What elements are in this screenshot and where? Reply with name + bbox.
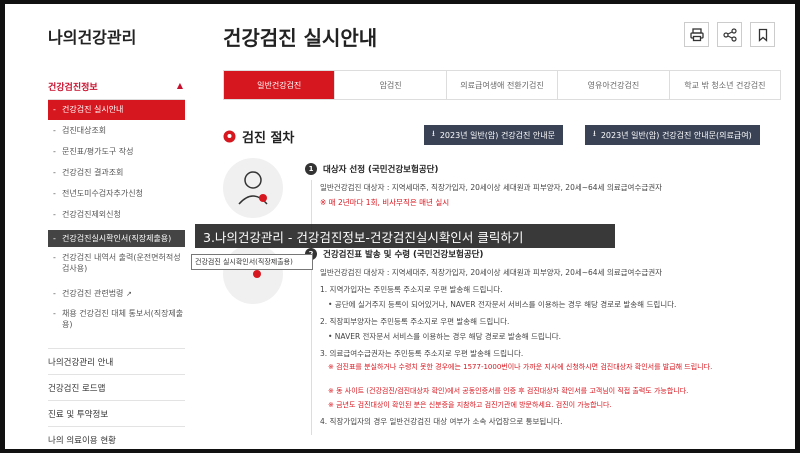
sidebar-item-additional[interactable]: 전년도미수검자추가신청 [48,188,185,199]
sidebar-item-replacement[interactable]: 채용 건강검진 대체 통보서(직장제출용) [48,308,185,330]
print-button[interactable] [684,22,709,47]
sidebar-item-target-lookup[interactable]: 검진대상조회 [48,125,185,136]
page-title: 건강검진 실시안내 [223,26,378,50]
step2-title-text: 건강검진표 발송 및 수령 (국민건강보험공단) [323,250,484,260]
sidebar-section-label: 건강검진정보 [48,83,98,93]
download-icon: ⭳ [593,129,596,138]
bookmark-button[interactable] [750,22,775,47]
process-heading: 검진 절차 [223,127,294,146]
sidebar-section-health-checkup[interactable]: 건강검진정보 ▲ [48,80,185,100]
sidebar-title: 나의건강관리 [48,28,137,47]
sidebar-item-confirmation[interactable]: 건강검진실시확인서(직장제출용) [48,230,185,247]
header-actions [684,22,775,47]
step2-line1: 일반건강검진 대상자 : 지역세대주, 직장가입자, 20세이상 세대원과 피부… [320,268,663,277]
sidebar-item-laws[interactable]: 건강검진 관련법령 ↗ [48,288,185,300]
step1-title-text: 대상자 선정 (국민건강보험공단) [323,165,439,175]
step2-r1: ※ 검진표를 분실하거나 수령치 못한 경우에는 1577-1000번이나 가까… [328,363,713,371]
step-divider [311,180,312,435]
step2-l3: 2. 직장피부양자는 주민등록 주소지로 우편 발송해 드립니다. [320,317,510,326]
step2-illustration [223,244,283,304]
sidebar-item-result[interactable]: 건강검진 결과조회 [48,167,185,178]
browser-frame: 나의건강관리 건강검진정보 ▲ 건강검진 실시안내 검진대상조회 문진표/평가도… [5,4,795,449]
sidebar-item-laws-label: 건강검진 관련법령 [62,289,124,298]
sidebar-item-checkup-guide[interactable]: 건강검진 실시안내 [48,100,185,120]
step1-illustration [223,158,283,218]
download-guide-medical-aid-label: 2023년 일반(암) 건강검진 안내문(의료급여) [600,130,752,140]
step2-l2: • 공단에 실거주지 등록이 되어있거나, NAVER 전자문서 서비스를 이용… [328,300,677,309]
step1-note: ※ 매 2년마다 1회, 비사무직은 매년 실시 [320,198,450,207]
sidebar: 나의건강관리 건강검진정보 ▲ 건강검진 실시안내 검진대상조회 문진표/평가도… [5,4,190,449]
hover-tooltip: 건강검진 실시확인서(직장제출용) [191,254,313,270]
share-icon [722,27,737,42]
tab-medical-aid-checkup[interactable]: 의료급여생애 전환기검진 [445,71,557,99]
sidebar-item-exclusion[interactable]: 건강검진제외신청 [48,209,185,220]
tab-cancer-checkup[interactable]: 암검진 [334,71,445,99]
step2-l4: • NAVER 전자문서 서비스를 이용하는 경우 해당 경로로 발송해 드립니… [328,332,562,341]
sidebar-item-questionnaire[interactable]: 문진표/평가도구 작성 [48,146,185,157]
tab-bar: 일반건강검진 암검진 의료급여생애 전환기검진 영유아건강검진 학교 밖 청소년… [223,70,781,100]
print-icon [689,27,704,41]
step2-title: 2 건강검진표 발송 및 수령 (국민건강보험공단) [305,248,483,260]
location-pin-icon [223,130,236,143]
download-guide-label: 2023년 일반(암) 건강검진 안내문 [439,130,556,140]
instruction-caption: 3.나의건강관리 - 건강검진정보-건강검진실시확인서 클릭하기 [195,224,615,248]
step2-r3: ※ 금년도 검진대상이 확인된 분은 신분증을 지참하고 검진기관에 방문하세요… [328,401,612,409]
sidebar-main-medical[interactable]: 진료 및 투약정보 [48,400,185,426]
download-icon: ⭳ [432,129,435,138]
download-guide-button[interactable]: ⭳ 2023년 일반(암) 건강검진 안내문 [424,125,564,145]
step1-title: 1 대상자 선정 (국민건강보험공단) [305,163,438,175]
sidebar-main-roadmap[interactable]: 건강검진 로드맵 [48,374,185,400]
external-link-icon: ↗ [125,290,132,298]
tab-youth-checkup[interactable]: 학교 밖 청소년 건강검진 [668,71,780,99]
sidebar-main-usage[interactable]: 나의 의료이용 현황 [48,426,185,449]
share-button[interactable] [717,22,742,47]
tab-infant-checkup[interactable]: 영유아건강검진 [557,71,668,99]
caret-up-icon: ▲ [176,81,183,90]
sidebar-item-statement[interactable]: 건강검진 내역서 출력(운전면허적성검사용) [48,252,185,274]
process-title: 검진 절차 [242,131,295,146]
sidebar-main-guide[interactable]: 나의건강관리 안내 [48,348,185,374]
step2-l5: 3. 의료급여수급권자는 주민등록 주소지로 우편 발송해 드립니다. [320,349,524,358]
step2-r2: ※ 동 사이트 (건강검진/검진대상자 확인)에서 공동인증서를 인증 후 검진… [328,387,689,395]
step2-l6: 4. 직장가입자의 경우 일반건강검진 대상 여부가 소속 사업장으로 통보됩니… [320,417,563,426]
step1-number: 1 [305,163,317,175]
bookmark-icon [758,28,767,42]
step2-l1: 1. 지역가입자는 주민등록 주소지로 우편 발송해 드립니다. [320,285,503,294]
download-guide-medical-aid-button[interactable]: ⭳ 2023년 일반(암) 건강검진 안내문(의료급여) [585,125,760,145]
tab-general-checkup[interactable]: 일반건강검진 [224,71,335,99]
step1-line1: 일반건강검진 대상자 : 지역세대주, 직장가입자, 20세이상 세대원과 피부… [320,183,663,192]
